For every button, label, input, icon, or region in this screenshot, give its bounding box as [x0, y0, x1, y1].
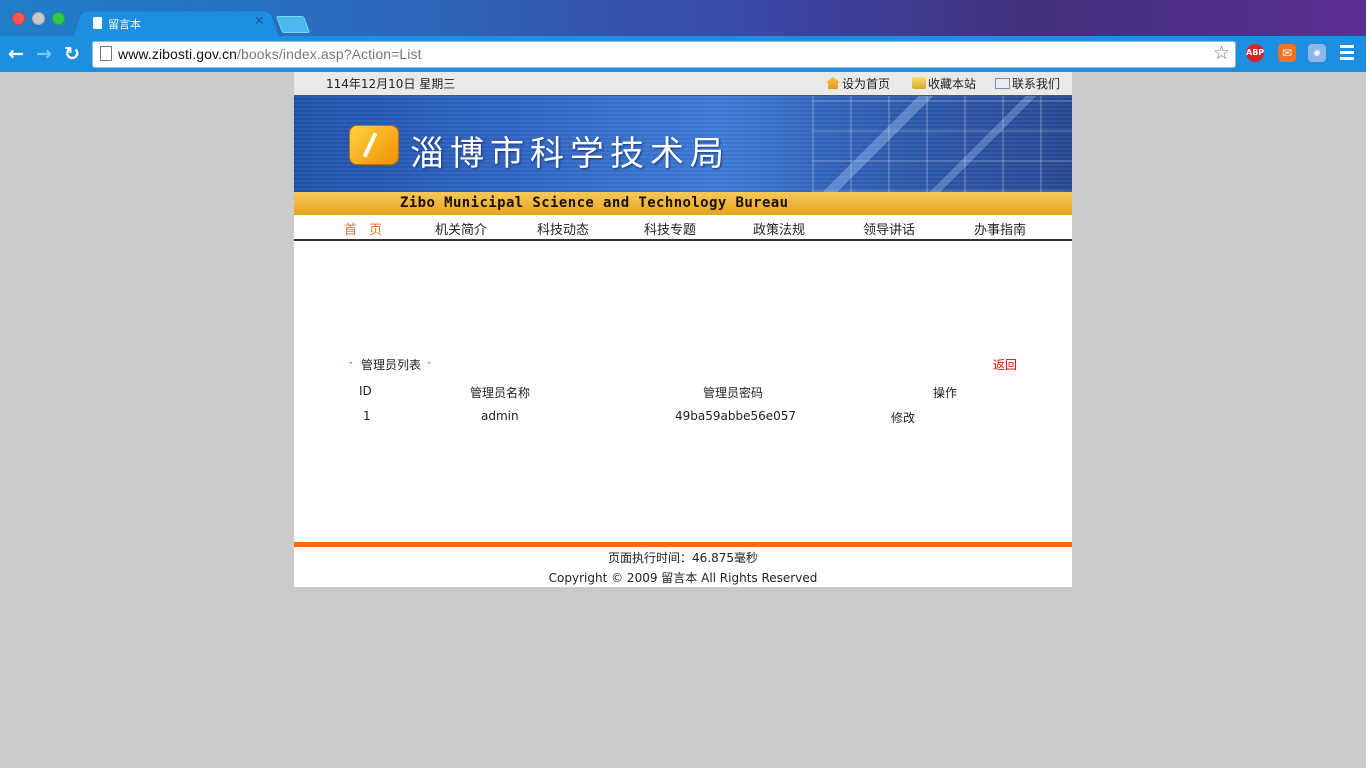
browser-tab[interactable]: [73, 11, 279, 37]
new-tab-button[interactable]: [275, 16, 311, 33]
footer-exec-time: 页面执行时间：46.875毫秒: [608, 551, 758, 565]
nav-home[interactable]: 首 页: [344, 219, 386, 238]
contact-us-link[interactable]: 联系我们: [995, 75, 1060, 92]
home-icon: [826, 77, 840, 89]
date-text: 114年12月10日 星期三: [326, 77, 456, 91]
footer-divider: [294, 542, 1072, 547]
section-bullet-left: ·: [349, 356, 353, 370]
page-icon: [93, 17, 102, 29]
column-header-id: ID: [359, 384, 372, 398]
cell-name: admin: [481, 409, 519, 423]
close-window-button[interactable]: [12, 12, 25, 25]
section-title: 管理员列表: [361, 358, 422, 372]
reload-button[interactable]: ↻: [64, 43, 80, 65]
column-header-name: 管理员名称: [470, 386, 531, 400]
adblock-extension-icon[interactable]: ABP: [1246, 44, 1264, 62]
footer-copyright: Copyright © 2009 留言本 All Rights Reserved: [548, 571, 818, 585]
set-homepage-link[interactable]: 设为首页: [826, 75, 890, 92]
menu-icon[interactable]: [1340, 45, 1354, 63]
column-header-password: 管理员密码: [703, 386, 764, 400]
mail-icon: [995, 78, 1010, 89]
bookmark-site-label: 收藏本站: [928, 77, 977, 91]
site-banner: 淄博市科学技术局: [294, 96, 1072, 192]
back-link[interactable]: 返回: [993, 356, 1017, 373]
tab-close-icon[interactable]: ✕: [254, 14, 265, 29]
nav-news[interactable]: 科技动态: [537, 219, 589, 238]
nav-speeches[interactable]: 领导讲话: [863, 219, 915, 238]
nav-guide[interactable]: 办事指南: [974, 219, 1026, 238]
edit-link[interactable]: 修改: [891, 409, 915, 426]
forward-button[interactable]: →: [36, 43, 52, 65]
banner-title: 淄博市科学技术局: [410, 134, 730, 174]
maximize-window-button[interactable]: [52, 12, 65, 25]
banner-subtitle-bar: Zibo Municipal Science and Technology Bu…: [294, 192, 1072, 216]
back-button[interactable]: ←: [8, 43, 24, 65]
tab-title: 留言本: [108, 18, 141, 31]
banner-subtitle: Zibo Municipal Science and Technology Bu…: [400, 195, 789, 211]
banner-decoration: [812, 96, 1072, 192]
minimize-window-button[interactable]: [32, 12, 45, 25]
url-path: /books/index.asp?Action=List: [237, 46, 422, 62]
url-text[interactable]: www.zibosti.gov.cn/books/index.asp?Actio…: [118, 46, 422, 62]
set-homepage-label: 设为首页: [842, 77, 891, 91]
main-nav: 首 页 机关简介 科技动态 科技专题 政策法规 领导讲话 办事指南: [294, 215, 1072, 241]
weibo-extension-icon[interactable]: ✉: [1278, 44, 1296, 62]
favorite-icon: [912, 77, 926, 89]
bookmark-star-icon[interactable]: ☆: [1213, 42, 1230, 64]
column-header-actions: 操作: [933, 386, 958, 400]
page-icon: [100, 46, 112, 61]
url-host: www.zibosti.gov.cn: [118, 46, 238, 62]
nav-policies[interactable]: 政策法规: [753, 219, 805, 238]
top-info-bar: 114年12月10日 星期三 设为首页 收藏本站 联系我们: [294, 72, 1072, 96]
camera-extension-icon[interactable]: ◉: [1308, 44, 1326, 62]
nav-topics[interactable]: 科技专题: [644, 219, 696, 238]
nav-about[interactable]: 机关简介: [435, 219, 487, 238]
bureau-logo: [349, 125, 399, 165]
page-container: 114年12月10日 星期三 设为首页 收藏本站 联系我们 淄博市科学技术局 Z…: [294, 72, 1072, 587]
bookmark-site-link[interactable]: 收藏本站: [912, 75, 976, 92]
contact-us-label: 联系我们: [1012, 77, 1061, 91]
cell-id: 1: [363, 409, 371, 423]
cell-password: 49ba59abbe56e057: [675, 409, 797, 423]
section-bullet-right: ·: [427, 356, 431, 370]
